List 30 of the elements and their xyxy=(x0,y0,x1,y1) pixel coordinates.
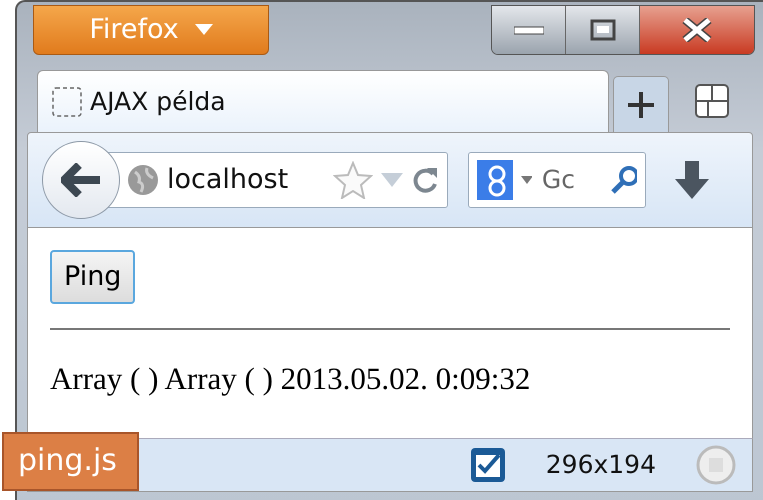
browser-tab[interactable]: AJAX példa xyxy=(37,70,609,132)
stop-icon xyxy=(696,445,736,485)
close-icon xyxy=(682,18,712,42)
caret-icon[interactable] xyxy=(521,176,532,184)
globe-icon xyxy=(127,164,159,196)
ping-button[interactable]: Ping xyxy=(50,250,136,304)
minimize-icon xyxy=(514,25,544,35)
tab-title: AJAX példa xyxy=(90,86,226,118)
new-tab-button[interactable] xyxy=(613,76,669,132)
maximize-button[interactable] xyxy=(566,6,640,54)
page-icon xyxy=(52,86,82,116)
reload-icon[interactable] xyxy=(411,166,439,194)
checkbox-icon[interactable] xyxy=(470,447,506,483)
plus-icon xyxy=(628,92,654,118)
address-field[interactable]: localhost xyxy=(106,152,448,208)
caption-label: ping.js xyxy=(2,432,139,491)
window-size-text: 296x194 xyxy=(544,449,657,482)
download-icon[interactable] xyxy=(675,161,709,199)
output-text: Array ( ) Array ( ) 2013.05.02. 0:09:32 xyxy=(50,360,532,398)
address-text: localhost xyxy=(167,162,288,197)
search-icon[interactable] xyxy=(610,165,637,195)
tab-groups-icon[interactable] xyxy=(695,84,729,118)
star-icon[interactable] xyxy=(333,161,373,199)
maximize-icon xyxy=(590,19,616,41)
close-button[interactable] xyxy=(640,6,754,54)
search-bar[interactable]: Gc xyxy=(468,152,646,208)
minimize-button[interactable] xyxy=(492,6,566,54)
caret-icon xyxy=(194,24,213,36)
back-arrow-icon xyxy=(61,163,101,197)
search-engine-icon xyxy=(477,160,514,200)
